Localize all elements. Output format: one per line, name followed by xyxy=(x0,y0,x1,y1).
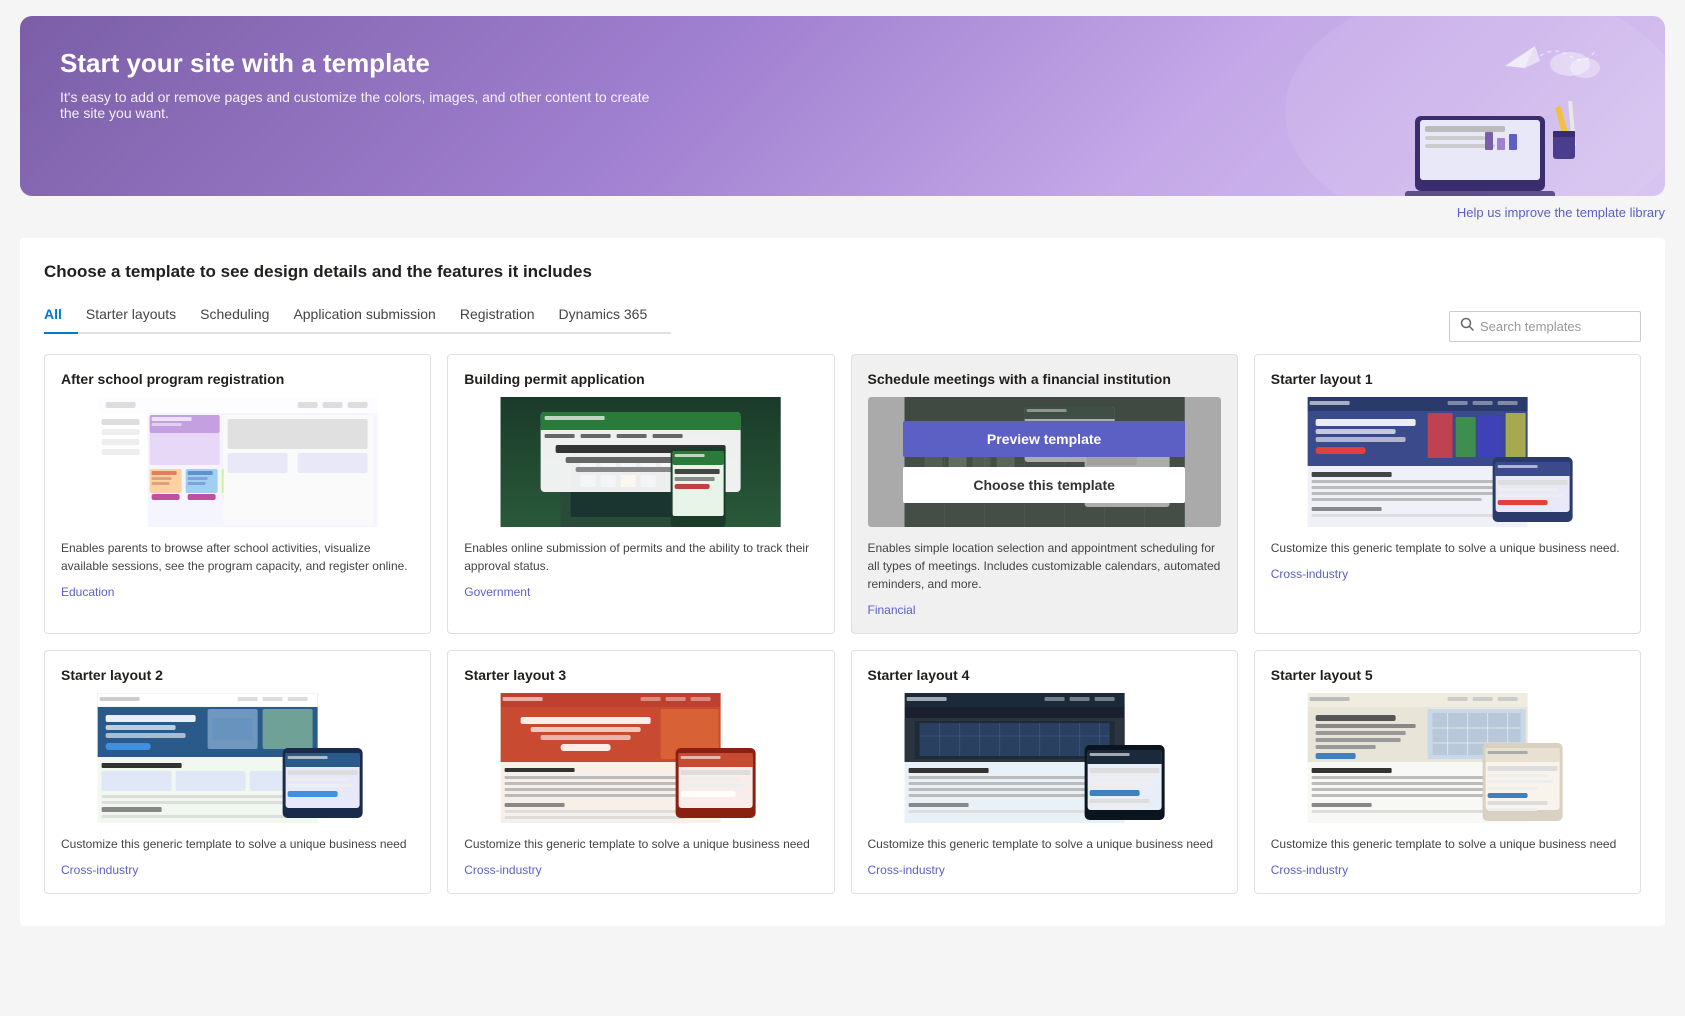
card-title: Starter layout 3 xyxy=(464,667,817,683)
search-box[interactable] xyxy=(1449,311,1641,342)
tabs: All Starter layouts Scheduling Applicati… xyxy=(44,298,671,334)
card-overlay: Preview template Choose this template xyxy=(868,397,1221,527)
card-desc: Customize this generic template to solve… xyxy=(61,835,414,853)
card-thumb-after-school xyxy=(61,397,414,527)
card-thumb-starter1 xyxy=(1271,397,1624,527)
card-desc: Customize this generic template to solve… xyxy=(1271,539,1624,557)
help-improve-link[interactable]: Help us improve the template library xyxy=(1457,205,1665,220)
card-desc: Customize this generic template to solve… xyxy=(1271,835,1624,853)
main-content: Choose a template to see design details … xyxy=(20,238,1665,926)
card-starter-layout-1[interactable]: Starter layout 1 xyxy=(1254,354,1641,634)
tab-registration[interactable]: Registration xyxy=(460,298,551,334)
card-title: Starter layout 4 xyxy=(868,667,1221,683)
card-starter-layout-4[interactable]: Starter layout 4 xyxy=(851,650,1238,894)
card-title: After school program registration xyxy=(61,371,414,387)
choose-template-btn[interactable]: Choose this template xyxy=(903,467,1186,503)
card-after-school[interactable]: After school program registration xyxy=(44,354,431,634)
card-starter-layout-5[interactable]: Starter layout 5 xyxy=(1254,650,1641,894)
card-thumb-starter4 xyxy=(868,693,1221,823)
card-title: Starter layout 5 xyxy=(1271,667,1624,683)
card-desc: Customize this generic template to solve… xyxy=(868,835,1221,853)
card-thumb-starter5 xyxy=(1271,693,1624,823)
card-tag: Financial xyxy=(868,603,1221,617)
preview-template-btn[interactable]: Preview template xyxy=(903,421,1186,457)
card-tag: Cross-industry xyxy=(868,863,1221,877)
card-tag: Cross-industry xyxy=(61,863,414,877)
card-tag: Education xyxy=(61,585,414,599)
search-icon xyxy=(1460,317,1474,336)
help-link-container: Help us improve the template library xyxy=(20,204,1665,222)
card-title: Schedule meetings with a financial insti… xyxy=(868,371,1221,387)
page-heading: Choose a template to see design details … xyxy=(44,262,1641,282)
cards-row-1: After school program registration xyxy=(44,354,1641,634)
card-desc: Enables online submission of permits and… xyxy=(464,539,817,575)
hero-banner: Start your site with a template It's eas… xyxy=(20,16,1665,196)
card-tag: Government xyxy=(464,585,817,599)
card-title: Building permit application xyxy=(464,371,817,387)
tab-all[interactable]: All xyxy=(44,298,78,334)
tabs-container: All Starter layouts Scheduling Applicati… xyxy=(44,298,1449,354)
tab-dynamics[interactable]: Dynamics 365 xyxy=(559,298,664,334)
search-input[interactable] xyxy=(1480,319,1630,334)
card-starter-layout-2[interactable]: Starter layout 2 xyxy=(44,650,431,894)
card-thumb-building-permit xyxy=(464,397,817,527)
card-building-permit[interactable]: Building permit application xyxy=(447,354,834,634)
card-tag: Cross-industry xyxy=(464,863,817,877)
card-tag: Cross-industry xyxy=(1271,567,1624,581)
card-title: Starter layout 2 xyxy=(61,667,414,683)
card-desc: Enables parents to browse after school a… xyxy=(61,539,414,575)
tab-starter[interactable]: Starter layouts xyxy=(86,298,192,334)
hero-subtitle: It's easy to add or remove pages and cus… xyxy=(60,89,660,121)
card-desc: Enables simple location selection and ap… xyxy=(868,539,1221,593)
tab-app-submission[interactable]: Application submission xyxy=(293,298,451,334)
card-thumb-schedule: Preview template Choose this template xyxy=(868,397,1221,527)
card-schedule-meetings[interactable]: Schedule meetings with a financial insti… xyxy=(851,354,1238,634)
cards-row-2: Starter layout 2 xyxy=(44,650,1641,894)
hero-illustration xyxy=(1385,36,1605,196)
card-desc: Customize this generic template to solve… xyxy=(464,835,817,853)
card-starter-layout-3[interactable]: Starter layout 3 xyxy=(447,650,834,894)
tab-scheduling[interactable]: Scheduling xyxy=(200,298,285,334)
card-thumb-starter3 xyxy=(464,693,817,823)
card-tag: Cross-industry xyxy=(1271,863,1624,877)
card-thumb-starter2 xyxy=(61,693,414,823)
card-title: Starter layout 1 xyxy=(1271,371,1624,387)
tabs-search-row: All Starter layouts Scheduling Applicati… xyxy=(44,298,1641,354)
